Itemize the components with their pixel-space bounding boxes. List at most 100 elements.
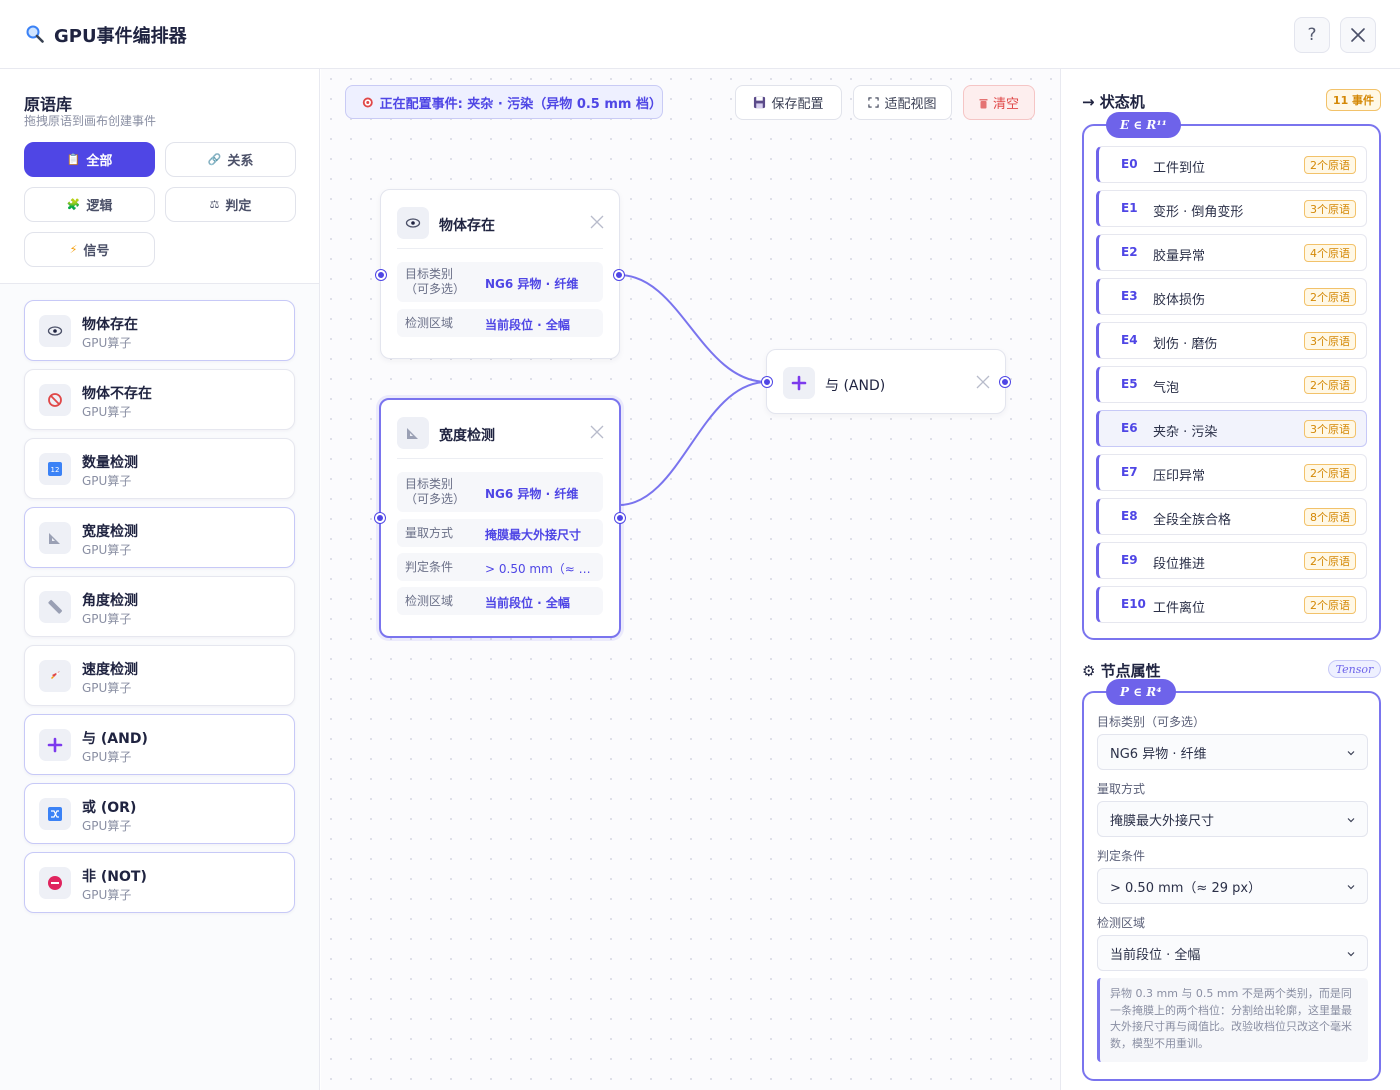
node-close-icon[interactable] xyxy=(590,425,604,439)
event-row-e6[interactable]: E6 夹杂 · 污染 3个原语 xyxy=(1096,410,1367,447)
primitive-count-badge: 2个原语 xyxy=(1304,376,1356,394)
event-name: 变形 · 倒角变形 xyxy=(1153,205,1244,220)
primitive-or[interactable]: 或 (OR) GPU算子 xyxy=(24,783,295,844)
node-props-title: ⚙ 节点属性 xyxy=(1082,662,1161,680)
event-row-e5[interactable]: E5 气泡 2个原语 xyxy=(1096,366,1367,403)
node-close-icon[interactable] xyxy=(590,215,604,229)
primitive-count-badge: 3个原语 xyxy=(1304,420,1356,438)
eye-icon xyxy=(39,315,71,347)
event-id: E2 xyxy=(1121,245,1138,259)
node-param-row[interactable]: 检测区域 当前段位 · 全幅 xyxy=(397,587,603,615)
lightning-icon: ⚡ xyxy=(69,243,78,256)
filter-logic-button[interactable]: 🧩 逻辑 xyxy=(24,187,155,222)
primitive-count-badge: 2个原语 xyxy=(1304,156,1356,174)
plus-icon xyxy=(783,367,815,399)
condition-select[interactable]: > 0.50 mm（≈ 29 px） xyxy=(1097,868,1368,904)
output-port[interactable] xyxy=(615,513,625,523)
measure-method-select[interactable]: 掩膜最大外接尺寸 xyxy=(1097,801,1368,837)
event-id: E10 xyxy=(1121,597,1146,611)
input-port[interactable] xyxy=(376,270,386,280)
node-close-icon[interactable] xyxy=(976,375,990,389)
node-title: 宽度检测 xyxy=(439,428,495,444)
field-label-condition: 判定条件 xyxy=(1097,849,1146,863)
ruler-icon xyxy=(39,591,71,623)
event-row-e3[interactable]: E3 胶体损伤 2个原语 xyxy=(1096,278,1367,315)
node-properties-form: P ∈ R⁴ 目标类别（可多选） NG6 异物 · 纤维 量取方式 掩膜最大外接… xyxy=(1082,679,1381,1081)
event-row-e10[interactable]: E10 工件离位 2个原语 xyxy=(1096,586,1367,623)
node-object-exists[interactable]: 物体存在 目标类别 （可多选） NG6 异物 · 纤维 检测区域 当前段位 · … xyxy=(376,189,624,359)
event-id: E9 xyxy=(1121,553,1138,567)
minus-circle-icon xyxy=(39,867,71,899)
filter-all-button[interactable]: 📋 全部 xyxy=(24,142,155,177)
plus-icon xyxy=(39,729,71,761)
edge-exist-to-and xyxy=(618,274,768,383)
primitive-speed-detect[interactable]: 速度检测 GPU算子 xyxy=(24,645,295,706)
filter-signal-button[interactable]: ⚡ 信号 xyxy=(24,232,155,267)
threshold-note: 异物 0.3 mm 与 0.5 mm 不是两个类别，而是同一条掩膜上的两个档位：… xyxy=(1097,978,1368,1062)
event-name: 划伤 · 磨伤 xyxy=(1153,337,1218,352)
event-name: 段位推进 xyxy=(1153,557,1206,572)
primitive-count-badge: 3个原语 xyxy=(1304,200,1356,218)
node-param-row[interactable]: 目标类别 （可多选） NG6 异物 · 纤维 xyxy=(397,262,603,302)
rocket-icon xyxy=(39,660,71,692)
svg-text:12: 12 xyxy=(51,466,60,474)
app-title: GPU事件编排器 xyxy=(54,26,187,47)
event-row-e1[interactable]: E1 变形 · 倒角变形 3个原语 xyxy=(1096,190,1367,227)
node-title: 与 (AND) xyxy=(825,378,886,394)
filter-judge-button[interactable]: ⚖ 判定 xyxy=(165,187,296,222)
magnifier-icon xyxy=(26,25,44,43)
node-param-row[interactable]: 检测区域 当前段位 · 全幅 xyxy=(397,309,603,337)
input-port[interactable] xyxy=(375,513,385,523)
event-name: 夹杂 · 污染 xyxy=(1153,425,1218,440)
event-row-e8[interactable]: E8 全段全族合格 8个原语 xyxy=(1096,498,1367,535)
primitive-width-detect[interactable]: 宽度检测 GPU算子 xyxy=(24,507,295,568)
primitive-not[interactable]: 非 (NOT) GPU算子 xyxy=(24,852,295,913)
primitive-and[interactable]: 与 (AND) GPU算子 xyxy=(24,714,295,775)
help-button[interactable]: ? xyxy=(1294,17,1330,53)
event-row-e4[interactable]: E4 划伤 · 磨伤 3个原语 xyxy=(1096,322,1367,359)
state-machine-list: E ∈ R¹¹ E0 工件到位 2个原语 E1 变形 · 倒角变形 3个原语 E2 胶量异常 4… xyxy=(1082,112,1381,640)
close-button[interactable] xyxy=(1340,17,1376,53)
target-class-select[interactable]: NG6 异物 · 纤维 xyxy=(1097,734,1368,770)
shuffle-icon xyxy=(39,798,71,830)
region-select[interactable]: 当前段位 · 全幅 xyxy=(1097,935,1368,971)
event-row-e9[interactable]: E9 段位推进 2个原语 xyxy=(1096,542,1367,579)
primitive-object-exists[interactable]: 物体存在 GPU算子 xyxy=(24,300,295,361)
event-row-e2[interactable]: E2 胶量异常 4个原语 xyxy=(1096,234,1367,271)
field-label-region: 检测区域 xyxy=(1097,916,1146,930)
chevron-down-icon xyxy=(1347,818,1355,823)
filter-relation-button[interactable]: 🔗 关系 xyxy=(165,142,296,177)
inspector-panel: → 状态机 11 事件 E ∈ R¹¹ E0 工件到位 2个原语 E1 变形 · 倒角变… xyxy=(1060,69,1400,1090)
primitive-count-badge: 2个原语 xyxy=(1304,288,1356,306)
clipboard-icon: 📋 xyxy=(66,153,81,166)
event-id: E8 xyxy=(1121,509,1138,523)
state-machine-title: → 状态机 xyxy=(1082,93,1145,111)
node-param-row[interactable]: 判定条件 > 0.50 mm（≈ 29 px） xyxy=(397,553,603,581)
primitive-object-absent[interactable]: 物体不存在 GPU算子 xyxy=(24,369,295,430)
event-id: E5 xyxy=(1121,377,1138,391)
primitive-angle-detect[interactable]: 角度检测 GPU算子 xyxy=(24,576,295,637)
node-width-detect[interactable]: 宽度检测 目标类别 （可多选） NG6 异物 · 纤维 量取方式 掩膜最大外接尺… xyxy=(375,398,625,638)
event-id: E3 xyxy=(1121,289,1138,303)
event-canvas[interactable]: 正在配置事件: 夹杂 · 污染（异物 0.5 mm 档） 保存配置 适配视图 清… xyxy=(321,69,1060,1090)
primitive-count-detect[interactable]: 12 数量检测 GPU算子 xyxy=(24,438,295,499)
close-icon xyxy=(1351,28,1365,42)
event-id: E4 xyxy=(1121,333,1138,347)
eye-icon xyxy=(397,207,429,239)
output-port[interactable] xyxy=(1000,377,1010,387)
event-row-e0[interactable]: E0 工件到位 2个原语 xyxy=(1096,146,1367,183)
output-port[interactable] xyxy=(614,270,624,280)
event-id: E1 xyxy=(1121,201,1138,215)
ruler-triangle-icon xyxy=(397,417,429,449)
prohibited-icon xyxy=(39,384,71,416)
event-name: 工件到位 xyxy=(1153,161,1206,176)
primitive-count-badge: 3个原语 xyxy=(1304,332,1356,350)
node-param-row[interactable]: 目标类别 （可多选） NG6 异物 · 纤维 xyxy=(397,472,603,512)
node-and[interactable]: 与 (AND) xyxy=(762,349,1010,414)
node-param-row[interactable]: 量取方式 掩膜最大外接尺寸 xyxy=(397,519,603,547)
ruler-triangle-icon xyxy=(39,522,71,554)
input-port[interactable] xyxy=(762,377,772,387)
primitive-count-badge: 2个原语 xyxy=(1304,596,1356,614)
link-icon: 🔗 xyxy=(207,153,222,166)
event-row-e7[interactable]: E7 压印异常 2个原语 xyxy=(1096,454,1367,491)
